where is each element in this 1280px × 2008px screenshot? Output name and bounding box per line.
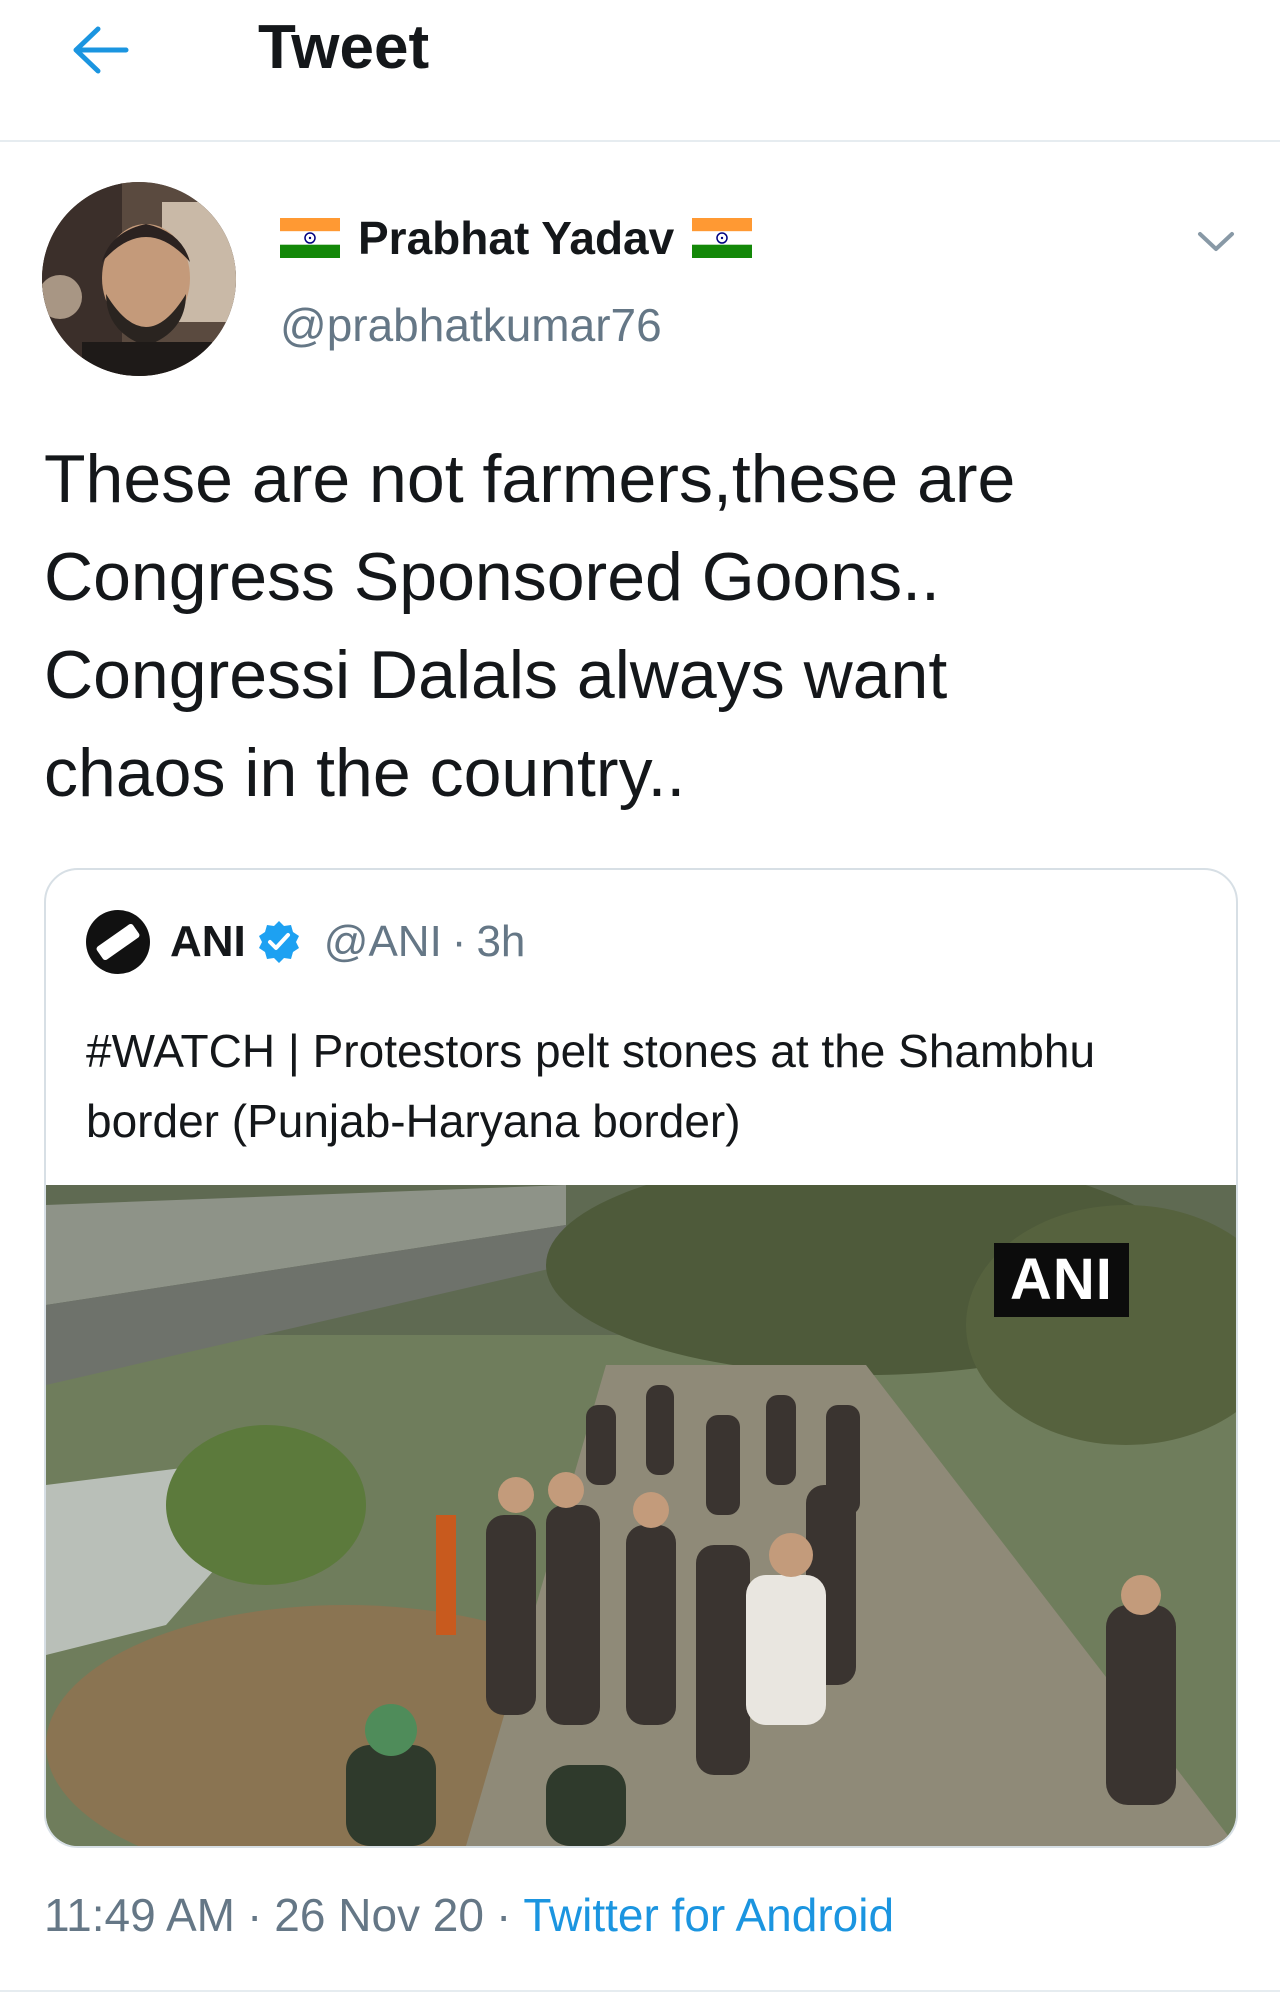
quoted-tweet-card[interactable]: ANI @ANI · 3h #WATCH | Protestors pelt s… (44, 868, 1238, 1848)
avatar[interactable] (42, 182, 236, 376)
ani-logo-icon (86, 910, 150, 974)
video-thumbnail[interactable]: ANI (46, 1185, 1236, 1846)
author-handle[interactable]: @prabhatkumar76 (280, 298, 662, 352)
chevron-down-icon[interactable] (1188, 214, 1244, 270)
tweet-date: 26 Nov 20 (274, 1889, 484, 1941)
author-name-row[interactable]: Prabhat Yadav (280, 208, 753, 268)
watermark-badge: ANI (994, 1243, 1129, 1317)
quoted-timestamp: 3h (476, 917, 526, 966)
source-link[interactable]: Twitter for Android (523, 1888, 894, 1942)
tweet-time: 11:49 AM (44, 1889, 235, 1941)
verified-badge-icon (256, 919, 302, 965)
quoted-tweet-header: ANI @ANI · 3h (86, 910, 526, 974)
tweet-text: These are not farmers,these are Congress… (44, 441, 1016, 811)
divider (0, 1990, 1280, 1992)
author-display-name: Prabhat Yadav (358, 212, 675, 264)
separator-dot: · (495, 1889, 512, 1941)
tweet-meta: 11:49 AM · 26 Nov 20 · Twitter for Andro… (44, 1888, 894, 1942)
quoted-display-name: ANI (170, 917, 246, 966)
separator-dot: · (246, 1889, 263, 1941)
separator-dot: · (451, 917, 467, 966)
arrow-left-icon[interactable] (60, 10, 140, 90)
quoted-handle: @ANI (323, 917, 442, 966)
top-bar: Tweet (0, 0, 1280, 142)
india-flag-icon (280, 218, 340, 258)
quoted-tweet-text: #WATCH | Protestors pelt stones at the S… (86, 1025, 1096, 1147)
india-flag-icon (692, 218, 753, 258)
page-title: Tweet (258, 13, 430, 82)
